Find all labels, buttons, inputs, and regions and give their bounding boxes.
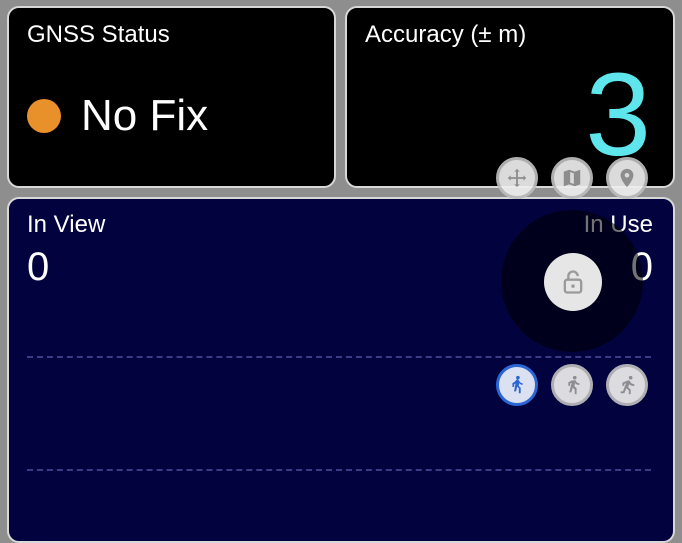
map-button[interactable] bbox=[551, 157, 593, 199]
grid-line bbox=[27, 356, 651, 358]
lock-open-icon bbox=[563, 270, 583, 294]
map-icon bbox=[563, 169, 581, 187]
in-view-label: In View bbox=[27, 211, 106, 238]
accuracy-value: 3 bbox=[585, 49, 651, 181]
sprinting-mode-button[interactable] bbox=[606, 364, 648, 406]
grid-line bbox=[27, 469, 651, 471]
sprinting-icon bbox=[620, 375, 635, 395]
walking-mode-button[interactable] bbox=[496, 364, 538, 406]
walking-icon bbox=[512, 375, 523, 394]
gnss-status-title: GNSS Status bbox=[27, 21, 170, 48]
gnss-status-row: No Fix bbox=[27, 94, 208, 138]
status-dot-icon bbox=[27, 99, 61, 133]
move-icon bbox=[507, 168, 527, 188]
running-mode-button[interactable] bbox=[551, 364, 593, 406]
location-pin-icon bbox=[620, 168, 634, 188]
accuracy-title: Accuracy (± m) bbox=[365, 21, 527, 48]
location-button[interactable] bbox=[606, 157, 648, 199]
running-icon bbox=[568, 375, 580, 395]
gnss-status-value: No Fix bbox=[81, 91, 209, 140]
in-view-value: 0 bbox=[27, 245, 50, 289]
gnss-status-card: GNSS Status No Fix bbox=[7, 6, 336, 188]
lock-button[interactable] bbox=[544, 253, 602, 311]
move-button[interactable] bbox=[496, 157, 538, 199]
